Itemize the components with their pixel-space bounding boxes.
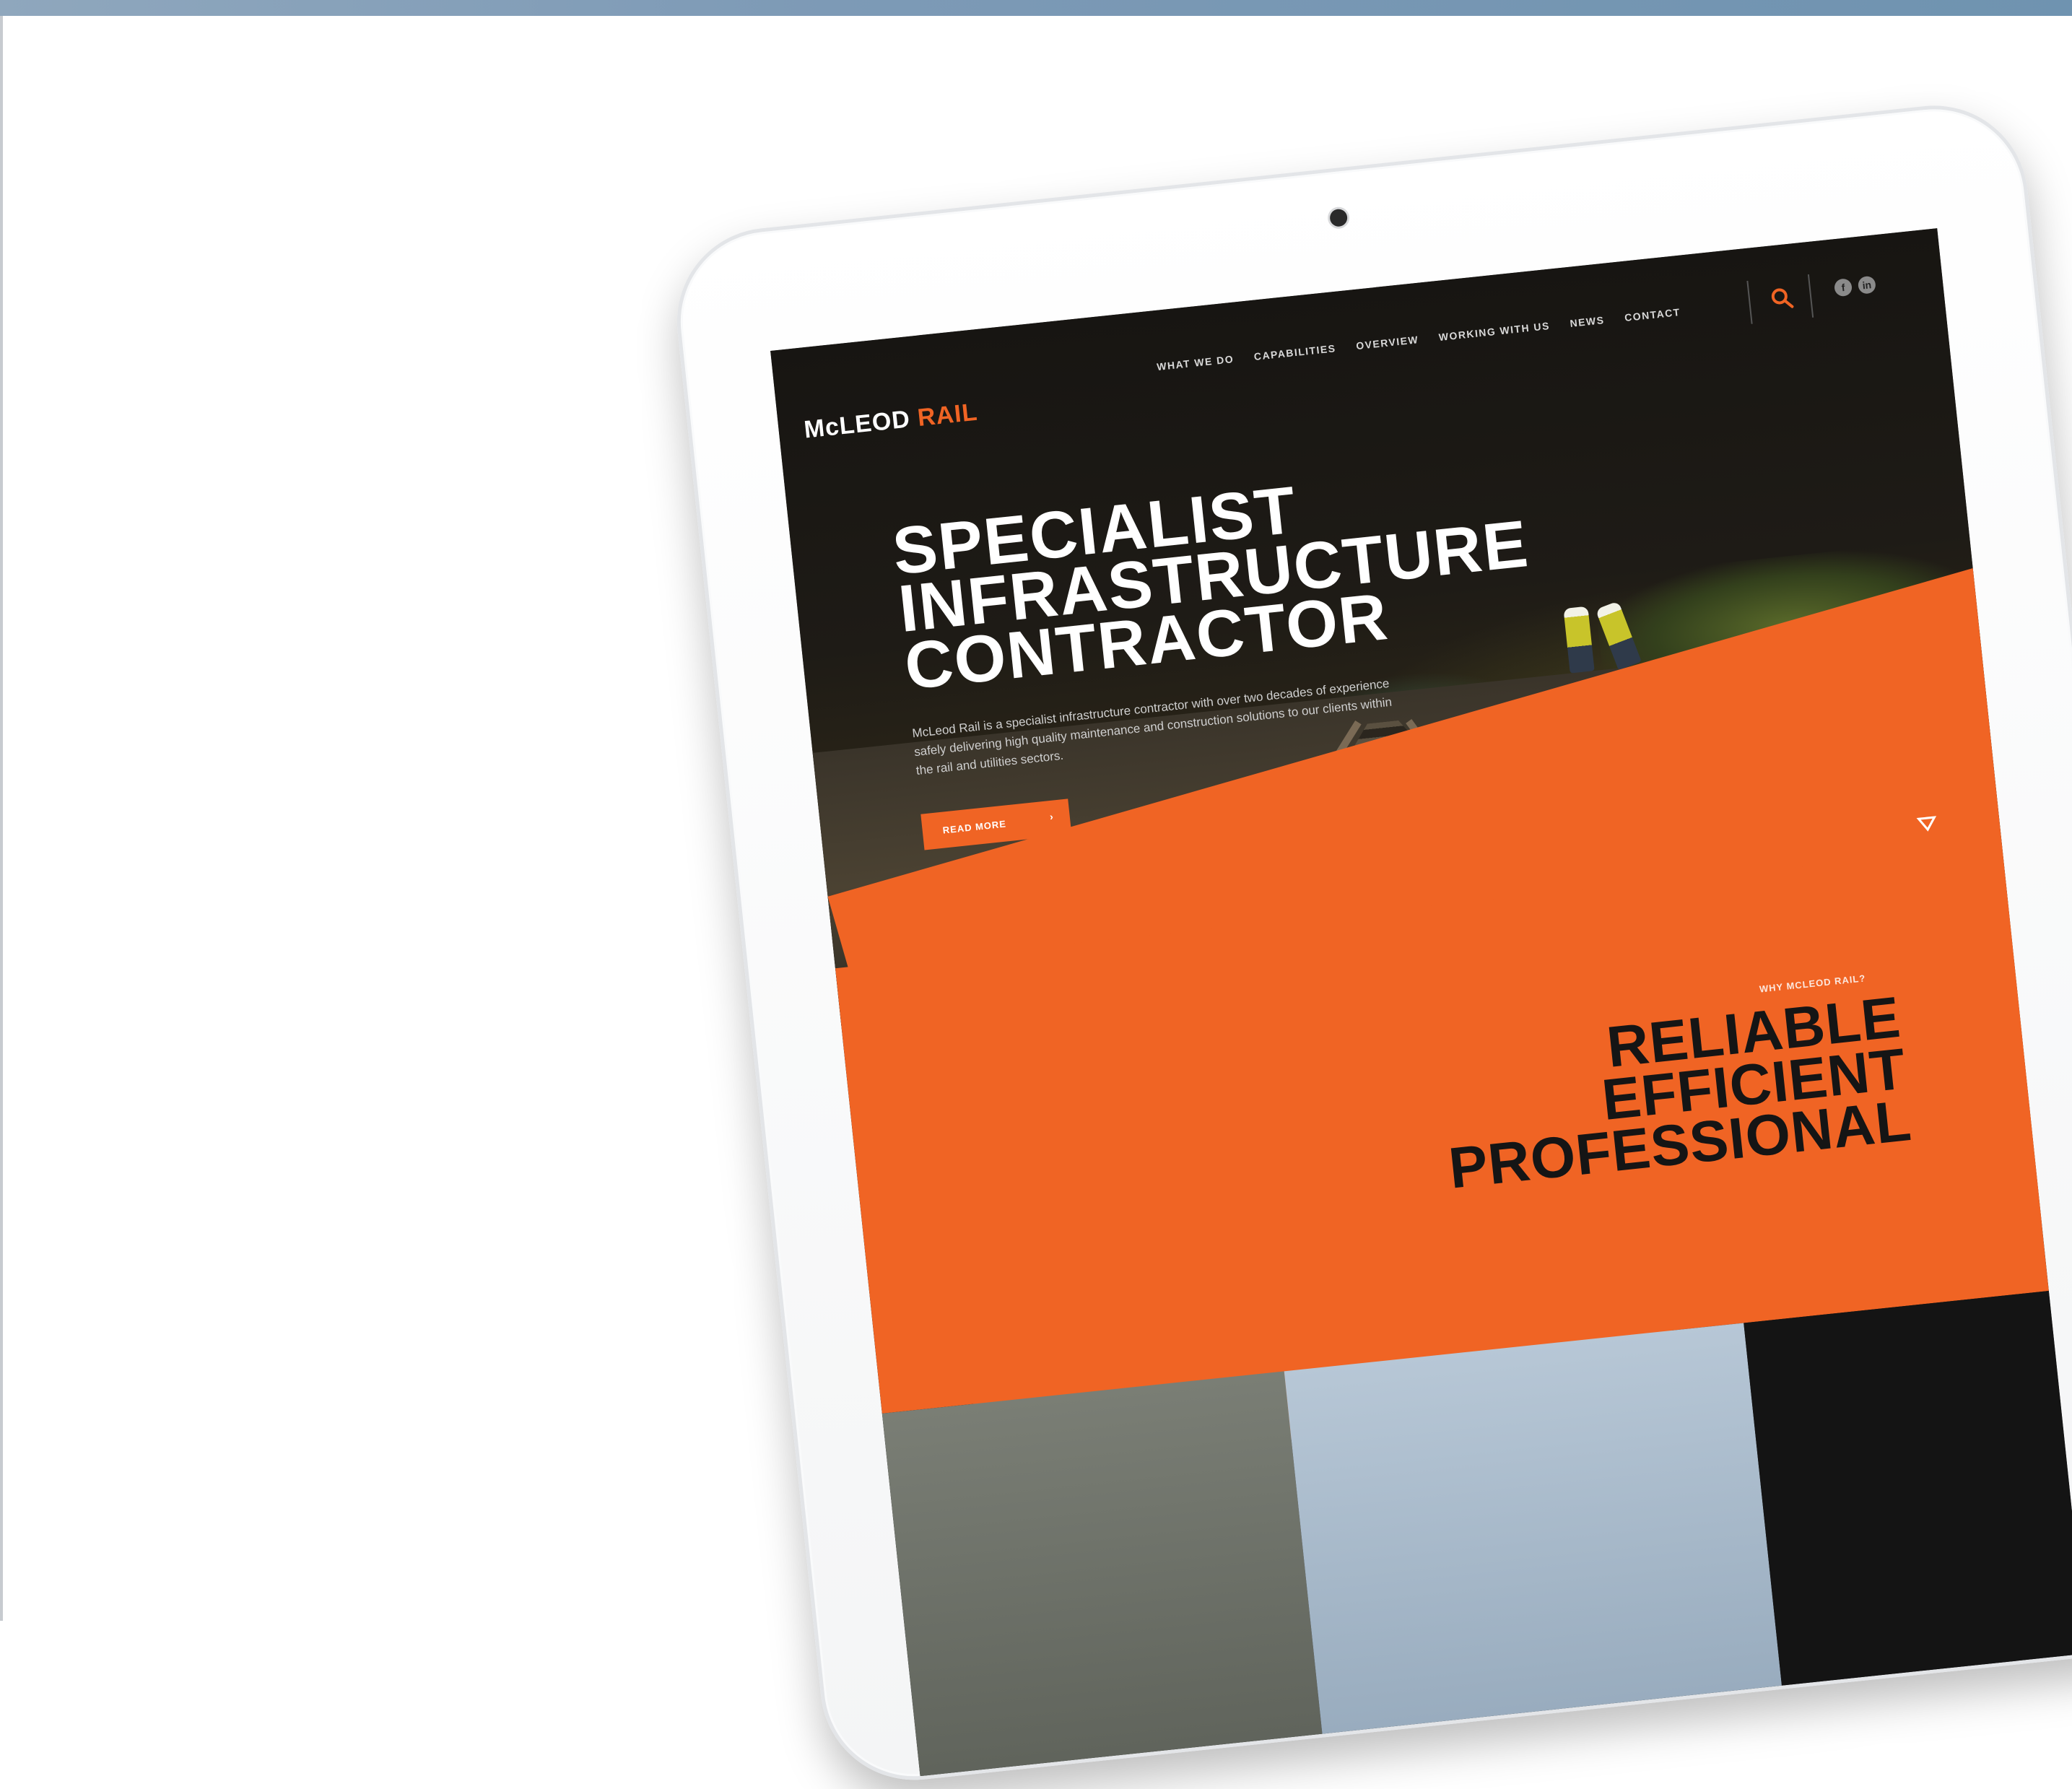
strip-image-dark: [1744, 1291, 2072, 1754]
hero-worker-figure: [1563, 606, 1595, 674]
linkedin-icon[interactable]: in: [1857, 275, 1877, 295]
hero-title: SPECIALIST INFRASTRUCTURE CONTRACTOR: [889, 456, 1554, 703]
main-menu: WHAT WE DO CAPABILITIES OVERVIEW WORKING…: [1156, 306, 1681, 373]
nav-item-capabilities[interactable]: CAPABILITIES: [1253, 342, 1336, 362]
logo-accent: RAIL: [916, 398, 979, 432]
search-icon[interactable]: [1770, 286, 1795, 311]
nav-divider: [1746, 280, 1753, 324]
site-navbar: McLEOD RAIL WHAT WE DO CAPABILITIES OVER…: [770, 228, 1949, 458]
tablet-device: McLEOD RAIL WHAT WE DO CAPABILITIES OVER…: [668, 96, 2072, 1789]
tablet-screen: McLEOD RAIL WHAT WE DO CAPABILITIES OVER…: [770, 228, 2072, 1789]
read-more-label: READ MORE: [941, 817, 1007, 836]
chevron-right-icon: ›: [1049, 810, 1055, 823]
logo-text: McLEOD: [802, 405, 912, 444]
nav-item-working-with-us[interactable]: WORKING WITH US: [1438, 320, 1551, 343]
nav-item-contact[interactable]: CONTACT: [1624, 306, 1681, 323]
strip-image-track: [882, 1371, 1330, 1789]
window-left-edge: [0, 16, 3, 1621]
scroll-down-icon[interactable]: [1915, 813, 1939, 837]
nav-divider: [1807, 274, 1814, 318]
camera-icon: [1328, 208, 1349, 227]
nav-item-news[interactable]: NEWS: [1570, 314, 1605, 329]
window-top-bar: [0, 0, 2072, 16]
nav-item-what-we-do[interactable]: WHAT WE DO: [1156, 353, 1234, 373]
facebook-icon[interactable]: f: [1833, 278, 1853, 297]
site-logo[interactable]: McLEOD RAIL: [803, 399, 979, 445]
strip-image-sky: [1284, 1323, 1789, 1789]
nav-item-overview[interactable]: OVERVIEW: [1355, 334, 1419, 352]
